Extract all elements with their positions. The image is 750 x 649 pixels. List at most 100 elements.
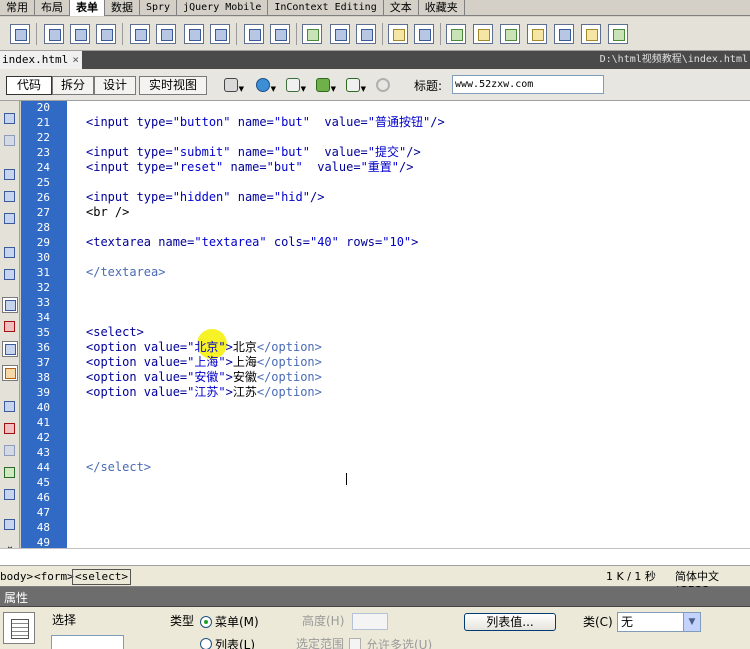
properties-panel-header[interactable]: 属性 xyxy=(0,587,750,607)
code-token: <select> xyxy=(86,325,144,339)
code-line: <option value="上海">上海</option> xyxy=(86,355,322,370)
code-token: <option xyxy=(86,355,144,369)
tag-selector-select[interactable]: <select> xyxy=(72,569,131,585)
title-input[interactable]: www.52zxw.com xyxy=(452,75,604,94)
spry-text-field-icon[interactable] xyxy=(446,24,466,44)
code-token: <option xyxy=(86,340,144,354)
insert-tab[interactable]: InContext Editing xyxy=(268,0,384,16)
toolbar-separator xyxy=(382,23,383,45)
spry-radio-group-icon[interactable] xyxy=(608,24,628,44)
code-token: "hidden" xyxy=(172,190,231,204)
apply-comment-icon[interactable] xyxy=(2,399,18,415)
checkbox-icon[interactable] xyxy=(130,24,150,44)
code-token: value= xyxy=(309,115,368,129)
design-view-button[interactable]: 设计 xyxy=(94,76,136,95)
insert-tab[interactable]: 文本 xyxy=(384,0,419,16)
insert-tab[interactable]: jQuery Mobile xyxy=(177,0,269,16)
line-number: 30 xyxy=(36,251,50,264)
list-radio-label: 列表(L) xyxy=(215,638,256,649)
spry-password-icon[interactable] xyxy=(554,24,574,44)
class-label: 类(C) xyxy=(583,615,613,629)
line-number: 27 xyxy=(36,206,50,219)
insert-tab[interactable]: Spry xyxy=(140,0,178,16)
code-token: "40" xyxy=(309,235,339,249)
document-tab[interactable]: index.html × xyxy=(0,51,82,69)
wrap-tag-icon[interactable] xyxy=(2,443,18,459)
checkbox-group-icon[interactable] xyxy=(156,24,176,44)
class-select[interactable]: 无 ▼ xyxy=(617,612,701,632)
radio-group-icon[interactable] xyxy=(210,24,230,44)
hidden-field-icon[interactable] xyxy=(70,24,90,44)
indent-code-icon[interactable] xyxy=(2,517,18,533)
move-css-icon[interactable] xyxy=(2,487,18,503)
code-line: </select> xyxy=(86,460,151,475)
refresh-icon[interactable] xyxy=(374,76,396,94)
label-icon[interactable] xyxy=(388,24,408,44)
menu-radio-label: 菜单(M) xyxy=(215,615,259,629)
line-number: 40 xyxy=(36,401,50,414)
remove-comment-icon[interactable] xyxy=(2,421,18,437)
file-management-icon[interactable]: ▼ xyxy=(284,76,306,94)
syntax-error-alerts-icon[interactable] xyxy=(2,365,18,381)
live-code-icon[interactable]: ▼ xyxy=(314,76,336,94)
spry-select-icon[interactable] xyxy=(527,24,547,44)
file-size-download-time: 1 K / 1 秒 xyxy=(606,570,656,583)
text-field-icon[interactable] xyxy=(44,24,64,44)
menu-radio[interactable] xyxy=(200,616,212,628)
image-field-icon[interactable] xyxy=(302,24,322,44)
browser-preview-icon[interactable]: ▼ xyxy=(254,76,276,94)
collapse-selection-icon[interactable] xyxy=(2,189,18,205)
highlight-invalid-code-icon[interactable] xyxy=(2,319,18,335)
recent-snippets-icon[interactable] xyxy=(2,465,18,481)
height-input[interactable] xyxy=(352,613,388,630)
form-icon[interactable] xyxy=(10,24,30,44)
file-field-icon[interactable] xyxy=(330,24,350,44)
tag-selector-body[interactable]: body> xyxy=(0,570,33,584)
list-values-button[interactable]: 列表值... xyxy=(464,613,556,631)
textarea-icon[interactable] xyxy=(96,24,116,44)
chevron-down-icon[interactable]: ▼ xyxy=(683,613,700,631)
code-editor[interactable]: <input type="button" name="but" value="普… xyxy=(67,101,750,548)
expand-all-icon[interactable] xyxy=(2,211,18,227)
class-select-value: 无 xyxy=(621,615,634,629)
open-documents-icon[interactable] xyxy=(2,111,18,127)
horizontal-scrollbar[interactable] xyxy=(0,548,750,565)
allow-multiple-checkbox[interactable] xyxy=(349,638,361,649)
insert-tab[interactable]: 常用 xyxy=(0,0,35,16)
code-token: value= xyxy=(143,340,188,354)
code-token: /> xyxy=(430,115,445,129)
spry-confirm-icon[interactable] xyxy=(581,24,601,44)
close-icon[interactable]: × xyxy=(72,51,79,69)
code-view-button[interactable]: 代码 xyxy=(6,76,52,95)
list-menu-icon[interactable] xyxy=(244,24,264,44)
button-icon[interactable] xyxy=(356,24,376,44)
code-token: "button" xyxy=(172,115,231,129)
spry-checkbox-icon[interactable] xyxy=(500,24,520,44)
check-page-icon[interactable]: ▼ xyxy=(344,76,366,94)
word-wrap-icon[interactable] xyxy=(2,341,18,357)
insert-tab[interactable]: 收藏夹 xyxy=(419,0,465,16)
live-view-button[interactable]: 实时视图 xyxy=(139,76,207,95)
balance-braces-icon[interactable] xyxy=(2,267,18,283)
line-number: 25 xyxy=(36,176,50,189)
split-view-button[interactable]: 拆分 xyxy=(52,76,94,95)
code-token: </textarea> xyxy=(86,265,166,279)
multiscreen-icon[interactable]: ▼ xyxy=(222,76,244,94)
radio-button-icon[interactable] xyxy=(184,24,204,44)
line-numbers-icon[interactable] xyxy=(2,297,18,313)
jump-menu-icon[interactable] xyxy=(270,24,290,44)
insert-tab[interactable]: 数据 xyxy=(105,0,140,16)
fieldset-icon[interactable] xyxy=(414,24,434,44)
tag-selector-form[interactable]: <form> xyxy=(34,570,74,584)
code-token: type= xyxy=(136,190,173,204)
select-name-input[interactable] xyxy=(51,635,124,649)
insert-tab[interactable]: 布局 xyxy=(35,0,70,16)
line-number: 29 xyxy=(36,236,50,249)
select-parent-tag-icon[interactable] xyxy=(2,245,18,261)
list-radio[interactable] xyxy=(200,638,212,649)
show-code-navigator-icon[interactable] xyxy=(2,133,18,149)
collapse-full-tag-icon[interactable] xyxy=(2,167,18,183)
insert-tab[interactable]: 表单 xyxy=(70,0,105,16)
line-number: 46 xyxy=(36,491,50,504)
spry-textarea-icon[interactable] xyxy=(473,24,493,44)
